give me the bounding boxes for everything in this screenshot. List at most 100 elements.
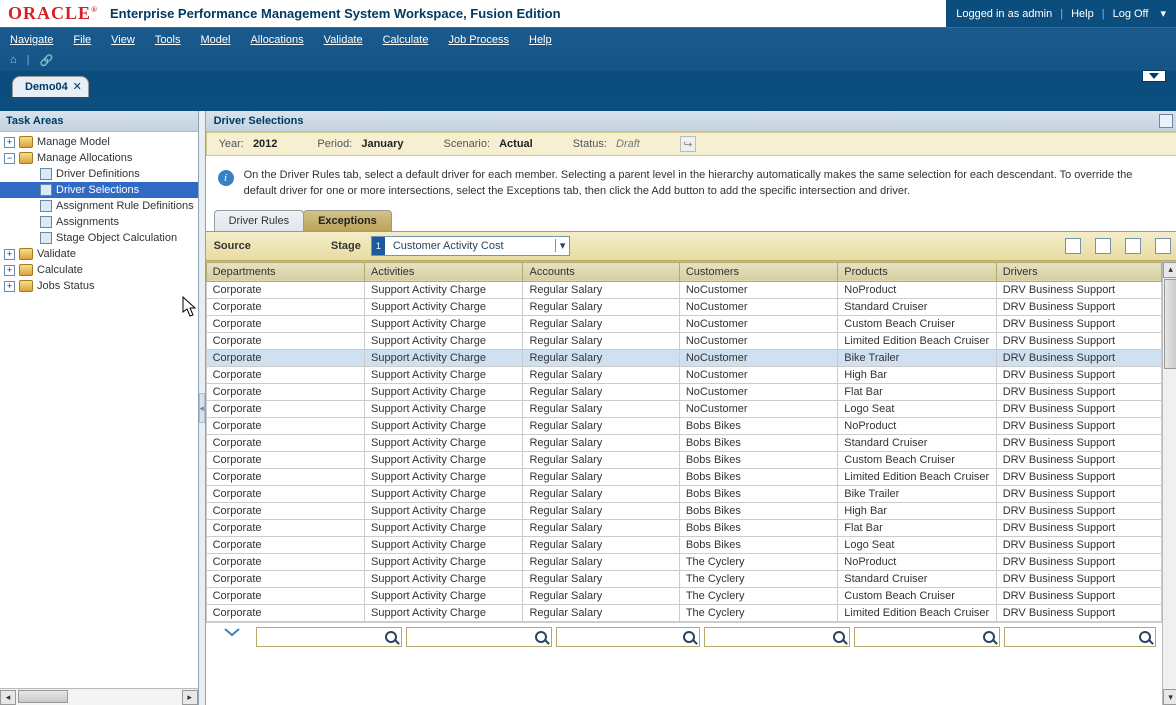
search-icon[interactable] [385, 631, 397, 643]
tree-calculate[interactable]: +Calculate [0, 262, 198, 278]
table-row[interactable]: CorporateSupport Activity ChargeRegular … [206, 349, 1161, 366]
table-row[interactable]: CorporateSupport Activity ChargeRegular … [206, 281, 1161, 298]
menu-file[interactable]: File [73, 34, 91, 46]
scroll-down-icon[interactable]: ▾ [1163, 689, 1176, 705]
menu-navigate[interactable]: Navigate [10, 34, 53, 46]
table-row[interactable]: CorporateSupport Activity ChargeRegular … [206, 502, 1161, 519]
table-row[interactable]: CorporateSupport Activity ChargeRegular … [206, 298, 1161, 315]
col-header[interactable]: Accounts [523, 262, 679, 281]
table-row[interactable]: CorporateSupport Activity ChargeRegular … [206, 587, 1161, 604]
menu-job-process[interactable]: Job Process [448, 34, 509, 46]
collapse-toggle[interactable] [1142, 70, 1166, 82]
tree-validate[interactable]: +Validate [0, 246, 198, 262]
dropdown-icon[interactable]: ▾ [1160, 7, 1166, 20]
table-row[interactable]: CorporateSupport Activity ChargeRegular … [206, 315, 1161, 332]
menu-validate[interactable]: Validate [324, 34, 363, 46]
filter-cell[interactable] [704, 627, 850, 647]
exceptions-grid[interactable]: DepartmentsActivitiesAccountsCustomersPr… [206, 262, 1162, 622]
scroll-thumb[interactable] [18, 690, 68, 703]
filter-cell[interactable] [854, 627, 1000, 647]
pov-status-label: Status: [573, 138, 607, 150]
tree-assignments[interactable]: Assignments [0, 214, 198, 230]
expand-chevron-icon[interactable] [212, 627, 252, 647]
search-icon[interactable] [683, 631, 695, 643]
col-header[interactable]: Departments [206, 262, 364, 281]
tree-jobs-status[interactable]: +Jobs Status [0, 278, 198, 294]
tree-stage-object-calc[interactable]: Stage Object Calculation [0, 230, 198, 246]
filter-cell[interactable] [256, 627, 402, 647]
item-icon [40, 184, 52, 196]
table-row[interactable]: CorporateSupport Activity ChargeRegular … [206, 604, 1161, 621]
tab-exceptions[interactable]: Exceptions [303, 210, 392, 231]
expand-icon[interactable]: + [4, 281, 15, 292]
link-icon[interactable]: 🔗 [40, 54, 54, 67]
menu-model[interactable]: Model [201, 34, 231, 46]
expand-icon[interactable]: + [4, 265, 15, 276]
maximize-icon[interactable] [1159, 114, 1173, 128]
scroll-left-icon[interactable]: ◂ [0, 690, 16, 705]
scroll-thumb[interactable] [1164, 279, 1176, 369]
menu-tools[interactable]: Tools [155, 34, 181, 46]
table-row[interactable]: CorporateSupport Activity ChargeRegular … [206, 451, 1161, 468]
search-icon[interactable] [535, 631, 547, 643]
pov-scenario-label: Scenario: [444, 138, 490, 150]
table-row[interactable]: CorporateSupport Activity ChargeRegular … [206, 332, 1161, 349]
expand-icon[interactable]: + [4, 249, 15, 260]
col-header[interactable]: Activities [365, 262, 523, 281]
home-icon[interactable]: ⌂ [10, 54, 17, 67]
filter-cell[interactable] [1004, 627, 1156, 647]
tab-driver-rules[interactable]: Driver Rules [214, 210, 305, 231]
table-row[interactable]: CorporateSupport Activity ChargeRegular … [206, 570, 1161, 587]
scroll-up-icon[interactable]: ▴ [1163, 262, 1176, 278]
table-row[interactable]: CorporateSupport Activity ChargeRegular … [206, 434, 1161, 451]
tree-driver-selections[interactable]: Driver Selections [0, 182, 198, 198]
vertical-scrollbar[interactable]: ▴ ▾ [1162, 262, 1176, 705]
scroll-right-icon[interactable]: ▸ [182, 690, 198, 705]
app-title: Enterprise Performance Management System… [110, 6, 561, 21]
stage-select[interactable]: 1 Customer Activity Cost ▾ [371, 236, 571, 256]
table-row[interactable]: CorporateSupport Activity ChargeRegular … [206, 553, 1161, 570]
help-link[interactable]: Help [1071, 8, 1094, 20]
search-icon[interactable] [833, 631, 845, 643]
logged-in-label: Logged in as admin [956, 8, 1052, 20]
delete-icon[interactable] [1155, 238, 1171, 254]
collapse-icon[interactable]: − [4, 153, 15, 164]
menu-calculate[interactable]: Calculate [383, 34, 429, 46]
table-row[interactable]: CorporateSupport Activity ChargeRegular … [206, 536, 1161, 553]
add-icon[interactable] [1095, 238, 1111, 254]
go-icon[interactable]: ↪ [680, 136, 696, 152]
logoff-link[interactable]: Log Off [1113, 8, 1149, 20]
document-tab[interactable]: Demo04 ✕ [12, 76, 89, 97]
table-row[interactable]: CorporateSupport Activity ChargeRegular … [206, 417, 1161, 434]
close-icon[interactable]: ✕ [73, 80, 82, 93]
menu-allocations[interactable]: Allocations [250, 34, 303, 46]
tree-driver-definitions[interactable]: Driver Definitions [0, 166, 198, 182]
table-row[interactable]: CorporateSupport Activity ChargeRegular … [206, 366, 1161, 383]
menu-help[interactable]: Help [529, 34, 552, 46]
filter-cell[interactable] [406, 627, 552, 647]
expand-icon[interactable]: + [4, 137, 15, 148]
filter-cell[interactable] [556, 627, 700, 647]
pov-year[interactable]: 2012 [253, 138, 277, 150]
table-row[interactable]: CorporateSupport Activity ChargeRegular … [206, 383, 1161, 400]
new-icon[interactable] [1065, 238, 1081, 254]
menu-view[interactable]: View [111, 34, 135, 46]
tree-assignment-rule-defs[interactable]: Assignment Rule Definitions [0, 198, 198, 214]
table-row[interactable]: CorporateSupport Activity ChargeRegular … [206, 400, 1161, 417]
pov-period[interactable]: January [361, 138, 403, 150]
table-row[interactable]: CorporateSupport Activity ChargeRegular … [206, 468, 1161, 485]
tree-manage-allocations[interactable]: −Manage Allocations [0, 150, 198, 166]
sidebar-scrollbar[interactable]: ◂ ▸ [0, 688, 198, 705]
tree-manage-model[interactable]: +Manage Model [0, 134, 198, 150]
edit-icon[interactable] [1125, 238, 1141, 254]
col-header[interactable]: Products [838, 262, 996, 281]
search-icon[interactable] [983, 631, 995, 643]
col-header[interactable]: Customers [679, 262, 837, 281]
item-icon [40, 168, 52, 180]
search-icon[interactable] [1139, 631, 1151, 643]
col-header[interactable]: Drivers [996, 262, 1161, 281]
table-row[interactable]: CorporateSupport Activity ChargeRegular … [206, 519, 1161, 536]
chevron-down-icon[interactable]: ▾ [555, 239, 570, 252]
pov-scenario[interactable]: Actual [499, 138, 533, 150]
table-row[interactable]: CorporateSupport Activity ChargeRegular … [206, 485, 1161, 502]
